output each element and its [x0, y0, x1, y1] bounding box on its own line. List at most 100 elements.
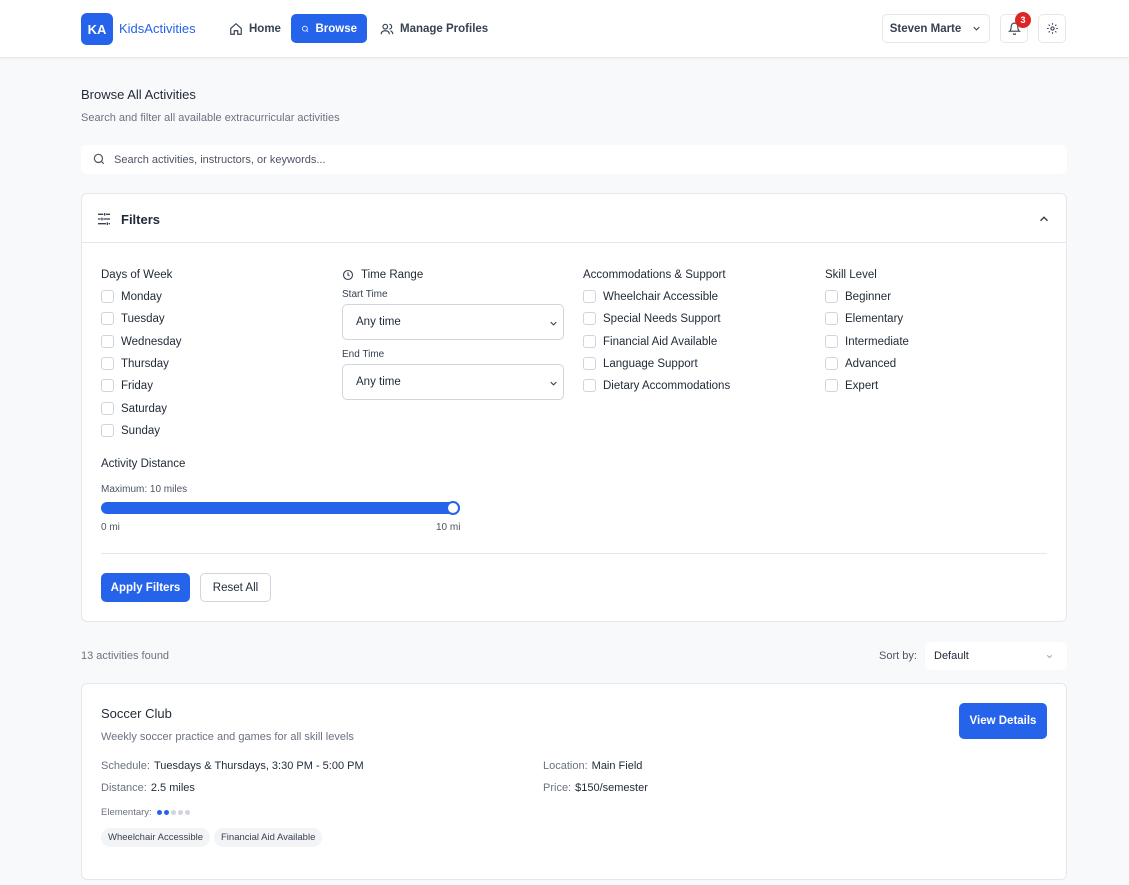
skill-checkbox-expert[interactable]: Expert [825, 379, 878, 392]
skill-dot [178, 810, 183, 815]
schedule-label: Schedule: [101, 760, 150, 772]
filters-panel: Filters [81, 193, 1067, 622]
home-icon [230, 22, 242, 35]
day-checkbox-tuesday[interactable]: Tuesday [101, 312, 165, 325]
sort-label: Sort by: [879, 650, 917, 662]
distance-label: Distance: [101, 782, 147, 794]
checkbox[interactable] [825, 379, 838, 392]
start-time-select[interactable]: Any time [342, 304, 564, 340]
day-checkbox-saturday[interactable]: Saturday [101, 402, 167, 415]
sort-value: Default [934, 650, 969, 662]
checkbox[interactable] [101, 312, 114, 325]
skill-label: Elementary [845, 312, 904, 325]
end-time-select[interactable]: Any time [342, 364, 564, 400]
nav-browse[interactable]: Browse [291, 14, 367, 43]
skill-checkbox-intermediate[interactable]: Intermediate [825, 335, 909, 348]
day-checkbox-sunday[interactable]: Sunday [101, 424, 160, 437]
nav-browse-label: Browse [315, 22, 357, 35]
checkbox[interactable] [583, 312, 596, 325]
day-checkbox-monday[interactable]: Monday [101, 290, 162, 303]
accommodation-checkbox-special-needs[interactable]: Special Needs Support [583, 312, 721, 325]
skill-label: Beginner [845, 290, 892, 303]
tag-financial-aid: Financial Aid Available [214, 828, 323, 847]
tag-wheelchair-accessible: Wheelchair Accessible [101, 828, 211, 847]
skill-checkbox-elementary[interactable]: Elementary [825, 312, 903, 325]
skill-label: Expert [845, 379, 879, 392]
skill-dot [185, 810, 190, 815]
skill-dot [171, 810, 176, 815]
skill-checkbox-advanced[interactable]: Advanced [825, 357, 896, 370]
checkbox[interactable] [583, 379, 596, 392]
checkbox[interactable] [825, 357, 838, 370]
chevron-down-icon [550, 321, 557, 326]
reset-all-button[interactable]: Reset All [200, 573, 271, 602]
schedule-value: Tuesdays & Thursdays, 3:30 PM - 5:00 PM [153, 760, 364, 772]
chevron-up-icon[interactable] [1037, 212, 1051, 226]
checkbox[interactable] [825, 312, 838, 325]
activity-name[interactable]: Soccer Club [101, 706, 172, 721]
sort-select[interactable]: Default [925, 642, 1067, 670]
start-time-value: Any time [356, 316, 401, 328]
activity-description: Weekly soccer practice and games for all… [101, 731, 354, 743]
results-count: 13 activities found [81, 650, 170, 662]
search-icon [302, 25, 309, 32]
day-checkbox-wednesday[interactable]: Wednesday [101, 335, 182, 348]
distance-value: 2.5 miles [150, 782, 195, 794]
accommodation-label: Language Support [603, 357, 698, 370]
filters-header[interactable]: Filters [82, 194, 1066, 243]
checkbox[interactable] [101, 357, 114, 370]
time-range-heading: Time Range [342, 269, 423, 281]
checkbox[interactable] [825, 290, 838, 303]
skill-level-label: Elementary: [101, 807, 152, 818]
checkbox[interactable] [825, 335, 838, 348]
accommodation-label: Financial Aid Available [603, 335, 718, 348]
page-title: Browse All Activities [81, 87, 196, 102]
skill-label: Advanced [845, 357, 897, 370]
start-time-label: Start Time [342, 289, 388, 300]
nav-manage-profiles[interactable]: Manage Profiles [370, 14, 498, 43]
logo-badge[interactable]: KA [81, 13, 113, 45]
location-value: Main Field [591, 760, 643, 772]
chevron-down-icon [550, 381, 557, 386]
users-icon [380, 23, 394, 34]
distance-heading: Activity Distance [101, 458, 186, 470]
filters-title: Filters [121, 212, 161, 227]
page-subtitle: Search and filter all available extracur… [81, 112, 340, 124]
checkbox[interactable] [101, 402, 114, 415]
view-details-button[interactable]: View Details [959, 703, 1047, 739]
end-time-value: Any time [356, 376, 401, 388]
app-name[interactable]: KidsActivities [119, 21, 196, 36]
checkbox[interactable] [101, 335, 114, 348]
accommodation-checkbox-language[interactable]: Language Support [583, 357, 698, 370]
accommodation-checkbox-financial-aid[interactable]: Financial Aid Available [583, 335, 717, 348]
checkbox[interactable] [101, 424, 114, 437]
activity-schedule: Schedule: Tuesdays & Thursdays, 3:30 PM -… [101, 760, 364, 772]
accommodation-label: Dietary Accommodations [603, 379, 731, 392]
distance-max-label: Maximum: 10 miles [101, 484, 188, 495]
sliders-icon [98, 213, 110, 225]
time-range-label: Time Range [361, 269, 424, 281]
nav-profiles-label: Manage Profiles [400, 22, 489, 35]
day-label: Monday [121, 290, 162, 303]
distance-min-tick: 0 mi [101, 522, 120, 533]
skill-dot [164, 810, 169, 815]
checkbox[interactable] [583, 335, 596, 348]
day-checkbox-thursday[interactable]: Thursday [101, 357, 169, 370]
apply-filters-button[interactable]: Apply Filters [101, 573, 190, 602]
skill-level-indicator [157, 810, 190, 815]
checkbox[interactable] [101, 290, 114, 303]
nav-home[interactable]: Home [219, 14, 291, 43]
checkbox[interactable] [101, 379, 114, 392]
accommodation-checkbox-dietary[interactable]: Dietary Accommodations [583, 379, 730, 392]
accommodation-checkbox-wheelchair[interactable]: Wheelchair Accessible [583, 290, 718, 303]
checkbox[interactable] [583, 290, 596, 303]
skill-checkbox-beginner[interactable]: Beginner [825, 290, 891, 303]
checkbox[interactable] [583, 357, 596, 370]
activity-price: Price: $150/semester [543, 782, 648, 794]
user-menu-button[interactable]: Steven Marte [882, 14, 990, 43]
day-checkbox-friday[interactable]: Friday [101, 379, 153, 392]
distance-slider-track[interactable] [101, 502, 460, 514]
settings-button[interactable] [1038, 14, 1066, 43]
distance-slider-thumb[interactable] [446, 501, 460, 515]
search-input[interactable] [114, 145, 1054, 174]
